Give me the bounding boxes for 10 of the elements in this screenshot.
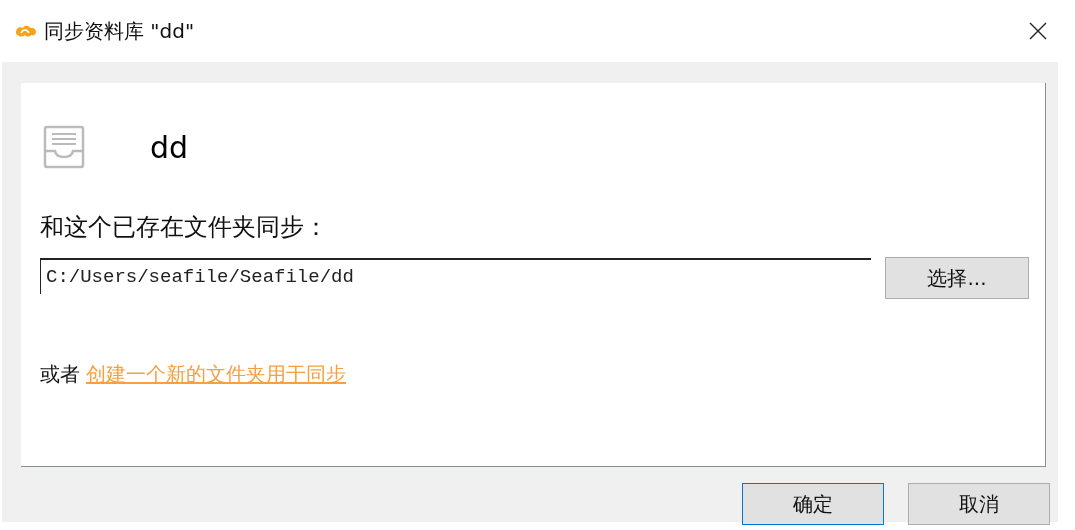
or-text: 或者	[40, 361, 80, 388]
library-name: dd	[150, 129, 189, 165]
prompt-text: 和这个已存在文件夹同步：	[40, 212, 329, 243]
folder-path-field[interactable]: C:/Users/seafile/Seafile/dd	[40, 258, 871, 294]
cancel-button[interactable]: 取消	[908, 483, 1050, 525]
choose-button[interactable]: 选择...	[885, 257, 1029, 299]
window-title: 同步资料库 "dd"	[44, 17, 196, 45]
ok-button[interactable]: 确定	[742, 483, 884, 525]
app-logo-icon	[14, 23, 38, 39]
close-icon	[1028, 21, 1048, 41]
